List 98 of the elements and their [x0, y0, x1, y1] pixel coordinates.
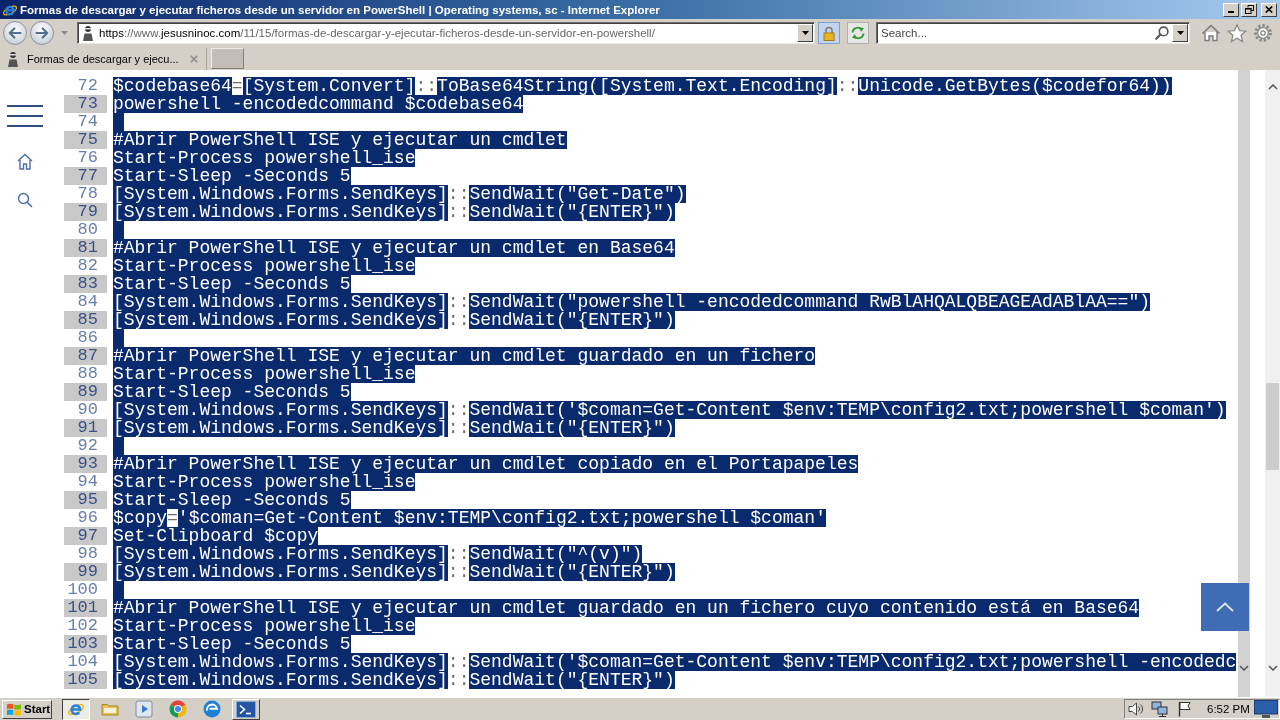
search-icon[interactable] — [1155, 26, 1169, 40]
search-input[interactable]: Search... — [877, 24, 1152, 42]
chevron-up-icon — [1216, 602, 1234, 612]
padlock-icon — [823, 25, 835, 41]
line-number: 80 — [76, 221, 99, 239]
terminal-icon — [236, 700, 256, 718]
code-line: [System.Windows.Forms.SendKeys]::SendWait("powershell -encodedcommand RwBlAHQALQBEAGEAdABlAA==") — [113, 293, 1150, 311]
line-number: 98 — [76, 545, 99, 563]
line-number: 96 — [76, 509, 99, 527]
code-line: [System.Windows.Forms.SendKeys]::SendWait("Get-Date") — [113, 185, 686, 203]
search-dropdown-button[interactable] — [1172, 24, 1188, 42]
address-text: https://www.jesusninoc.com/11/15/formas-de-descargar-y-ejecutar-ficheros-desde-un-servidor-en-powershell/ — [99, 27, 656, 39]
line-number: 97 — [64, 527, 107, 545]
line-number: 82 — [76, 257, 99, 275]
line-number: 76 — [76, 149, 99, 167]
flag-logo-icon — [6, 701, 22, 717]
refresh-icon — [850, 26, 866, 40]
folder-icon — [101, 702, 119, 716]
home-icon[interactable] — [1201, 24, 1221, 42]
chevron-down-icon[interactable] — [1267, 665, 1278, 671]
caret-icon — [1176, 31, 1184, 35]
line-number: 73 — [64, 95, 107, 113]
line-number: 86 — [76, 329, 99, 347]
forward-button[interactable] — [30, 21, 54, 45]
line-number: 74 — [76, 113, 99, 131]
line-number: 75 — [64, 131, 107, 149]
line-number: 102 — [66, 617, 99, 635]
line-number: 87 — [64, 347, 107, 365]
new-tab-button[interactable] — [210, 48, 244, 69]
left-arrow-icon — [8, 27, 22, 39]
line-number: 79 — [64, 203, 107, 221]
person-icon — [6, 51, 20, 67]
line-number: 93 — [64, 455, 107, 473]
clock[interactable]: 6:52 PM — [1207, 703, 1250, 715]
code-line: [System.Windows.Forms.SendKeys]::SendWait("{ENTER}") — [113, 563, 675, 581]
code-line: [System.Windows.Forms.SendKeys]::SendWait("^(v)") — [113, 545, 643, 563]
start-button[interactable]: Start — [2, 699, 52, 719]
line-number: 81 — [64, 239, 107, 257]
close-icon — [1265, 6, 1273, 13]
line-number: 100 — [66, 581, 99, 599]
line-number: 94 — [76, 473, 99, 491]
close-button[interactable] — [1261, 2, 1277, 17]
restore-icon — [1244, 5, 1254, 14]
network-icon[interactable] — [1151, 701, 1169, 717]
flag-icon[interactable] — [1178, 701, 1192, 717]
line-number: 101 — [64, 599, 107, 617]
code-line: [System.Windows.Forms.SendKeys]::SendWait('$coman=Get-Content $env:TEMP\config2.txt;powershell $coman') — [113, 401, 1226, 419]
code-line: [System.Windows.Forms.SendKeys]::SendWait("{ENTER}") — [113, 419, 675, 437]
taskbar-button[interactable] — [62, 698, 90, 720]
line-number: 85 — [64, 311, 107, 329]
line-number: 84 — [76, 293, 99, 311]
scrollbar-thumb[interactable] — [1266, 383, 1279, 470]
person-icon — [81, 25, 95, 41]
line-number: 83 — [64, 275, 107, 293]
code-line: [System.Windows.Forms.SendKeys]::SendWait('$coman=Get-Content $env:TEMP\config2.txt;powershell -encodedc — [113, 653, 1237, 671]
star-icon[interactable] — [1227, 23, 1247, 43]
code-line: [System.Windows.Forms.SendKeys]::SendWait("{ENTER}") — [113, 311, 675, 329]
restore-button[interactable] — [1241, 2, 1257, 17]
back-button[interactable] — [3, 21, 27, 45]
menu-icon[interactable] — [7, 105, 43, 127]
line-number: 91 — [64, 419, 107, 437]
code-line: [System.Windows.Forms.SendKeys]::SendWait("{ENTER}") — [113, 671, 675, 689]
line-number: 104 — [66, 653, 99, 671]
search-field[interactable]: Search... — [876, 22, 1190, 44]
code-line: $codebase64=[System.Convert]::ToBase64String([System.Text.Encoding]::Unicode.GetBytes($codefor64)) — [113, 77, 1172, 95]
right-arrow-icon — [35, 27, 49, 39]
line-number: 105 — [64, 671, 107, 689]
chevron-down-icon[interactable] — [1239, 665, 1249, 671]
chevron-up-icon[interactable] — [1267, 84, 1278, 90]
minimize-icon — [1228, 11, 1234, 13]
refresh-button[interactable] — [847, 22, 869, 44]
page-scrollbar[interactable] — [1265, 70, 1280, 697]
window-title: Formas de descargar y ejecutar ficheros desde un servidor en PowerShell | Operating systems, sc - Internet Explorer — [20, 3, 661, 16]
line-number: 90 — [76, 401, 99, 419]
settings-icon[interactable] — [1253, 23, 1273, 43]
home-icon[interactable] — [17, 153, 33, 170]
minimize-button[interactable] — [1223, 2, 1239, 17]
search-icon[interactable] — [17, 192, 33, 208]
line-number: 95 — [64, 491, 107, 509]
code-line: $copy='$coman=Get-Content $env:TEMP\config2.txt;powershell $coman' — [113, 509, 826, 527]
line-number: 88 — [76, 365, 99, 383]
address-field[interactable]: https://www.jesusninoc.com/11/15/formas-de-descargar-y-ejecutar-ficheros-desde-un-servidor-en-powershell/ — [77, 22, 815, 44]
line-number: 103 — [64, 635, 107, 653]
monitor-icon[interactable] — [1254, 700, 1278, 718]
speaker-icon[interactable] — [1128, 701, 1144, 717]
caret-icon — [801, 31, 809, 35]
code-scrollbar[interactable] — [1238, 70, 1250, 697]
line-number: 92 — [76, 437, 99, 455]
line-number: 99 — [64, 563, 107, 581]
line-number: 78 — [76, 185, 99, 203]
caret-icon — [60, 31, 68, 35]
security-lock-button[interactable] — [818, 22, 840, 44]
play-icon — [135, 700, 153, 718]
line-number: 72 — [76, 77, 99, 95]
code-line: [System.Windows.Forms.SendKeys]::SendWait("{ENTER}") — [113, 203, 675, 221]
address-dropdown-button[interactable] — [797, 24, 813, 42]
line-number: 77 — [64, 167, 107, 185]
line-number: 89 — [64, 383, 107, 401]
